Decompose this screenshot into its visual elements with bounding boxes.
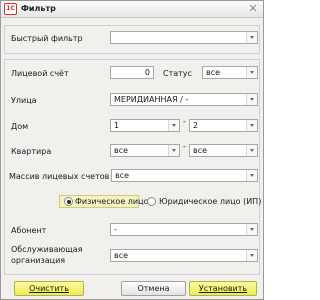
chevron-down-icon[interactable] — [246, 170, 257, 181]
account-input[interactable]: 0 — [110, 66, 154, 79]
service-org-select[interactable]: все — [110, 249, 258, 262]
radio-legal-entity[interactable] — [147, 197, 156, 206]
accounts-array-select[interactable]: все — [111, 169, 258, 182]
house-from-select[interactable]: 1 — [110, 119, 180, 132]
chevron-down-icon[interactable] — [246, 94, 257, 105]
clear-button[interactable]: Очистить — [14, 281, 84, 296]
titlebar: 1С Фильтр ✕ — [1, 1, 263, 18]
apartment-to-select[interactable]: все — [189, 144, 258, 157]
chevron-down-icon[interactable] — [246, 67, 257, 78]
subscriber-label: Абонент — [11, 226, 47, 235]
accounts-array-label: Массив лицевых счетов — [9, 172, 110, 181]
apply-button[interactable]: Установить — [189, 281, 257, 296]
quick-filter-label: Быстрый фильтр — [11, 34, 83, 43]
subscriber-select[interactable]: - — [110, 223, 258, 236]
chevron-down-icon[interactable] — [168, 145, 179, 156]
house-to-select[interactable]: 2 — [189, 119, 258, 132]
chevron-down-icon[interactable] — [246, 145, 257, 156]
chevron-down-icon[interactable] — [246, 32, 257, 43]
service-org-label-line1: Обслуживающая — [11, 245, 83, 254]
chevron-down-icon[interactable] — [168, 120, 179, 131]
close-icon[interactable]: ✕ — [247, 3, 259, 15]
window-title: Фильтр — [21, 4, 56, 13]
quick-filter-input[interactable] — [110, 31, 258, 44]
cancel-button[interactable]: Отмена — [121, 281, 186, 296]
app-logo-icon: 1С — [4, 3, 17, 15]
radio-individual-label[interactable]: Физическое лицо — [75, 197, 148, 206]
status-label: Статус — [163, 69, 192, 78]
service-org-label-line2: организация — [11, 256, 66, 265]
apartment-range-separator: - — [183, 142, 186, 151]
chevron-down-icon[interactable] — [246, 224, 257, 235]
radio-legal-entity-label[interactable]: Юридическое лицо (ИП) — [159, 197, 261, 206]
radio-individual[interactable] — [64, 197, 73, 206]
chevron-down-icon[interactable] — [246, 120, 257, 131]
status-select[interactable]: все — [202, 66, 258, 79]
account-label: Лицевой счёт — [11, 69, 69, 78]
apartment-label: Квартира — [11, 147, 52, 156]
chevron-down-icon[interactable] — [246, 250, 257, 261]
apartment-from-select[interactable]: все — [110, 144, 180, 157]
street-label: Улица — [11, 96, 37, 105]
street-select[interactable]: МЕРИДИАННАЯ / - — [110, 93, 258, 106]
house-label: Дом — [11, 122, 29, 131]
main-filter-group — [4, 59, 260, 275]
house-range-separator: - — [183, 117, 186, 126]
filter-window: 1С Фильтр ✕ Быстрый фильтр Лицевой счёт … — [0, 0, 264, 300]
